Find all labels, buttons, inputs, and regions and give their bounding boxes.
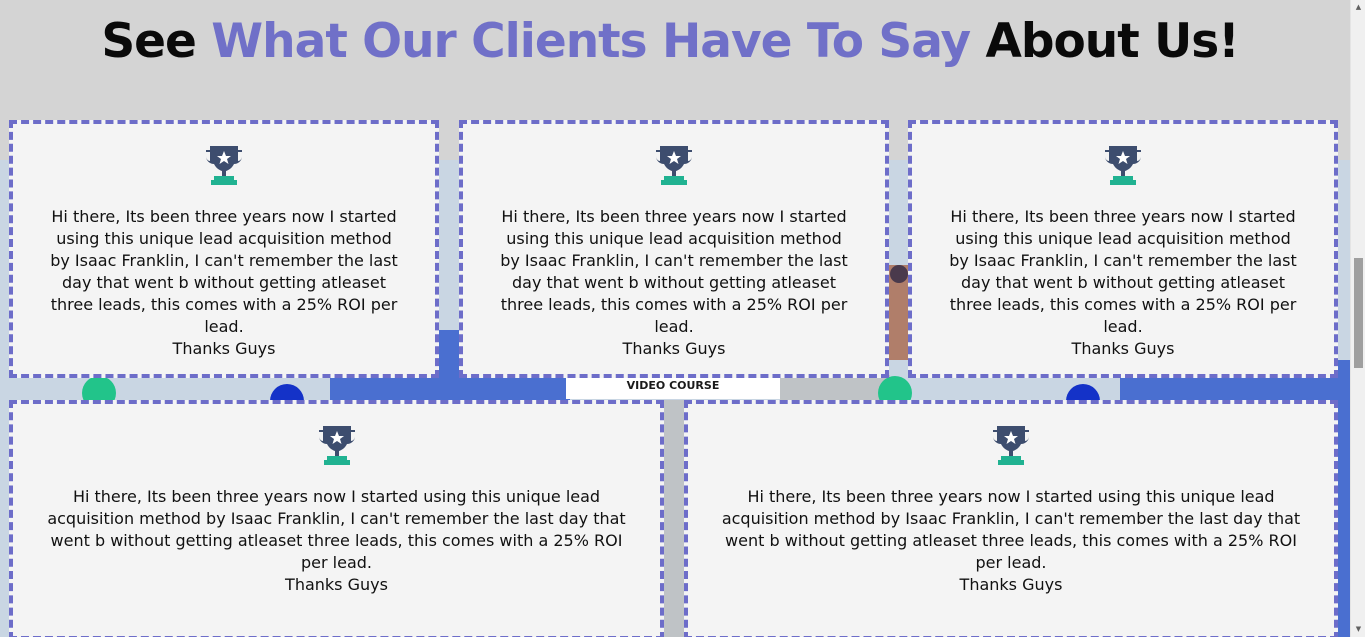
- quote-text: Hi there, Its been three years now I sta…: [47, 487, 626, 572]
- quote-text: Hi there, Its been three years now I sta…: [500, 207, 848, 336]
- heading-accent: What Our Clients Have To Say: [211, 14, 971, 69]
- testimonial-card: Hi there, Its been three years now I sta…: [684, 400, 1338, 637]
- video-course-label: VIDEO COURSE: [566, 377, 780, 399]
- section-heading: See What Our Clients Have To Say About U…: [0, 12, 1340, 72]
- trophy-icon: [318, 426, 355, 465]
- vertical-scrollbar[interactable]: ▲ ▼: [1350, 0, 1365, 637]
- quote-signoff: Thanks Guys: [172, 339, 276, 358]
- testimonial-card: Hi there, Its been three years now I sta…: [908, 120, 1338, 378]
- quote-signoff: Thanks Guys: [1071, 339, 1175, 358]
- testimonial-quote: Hi there, Its been three years now I sta…: [13, 206, 435, 360]
- scroll-down-arrow-icon[interactable]: ▼: [1351, 622, 1365, 637]
- trophy-icon: [206, 146, 242, 185]
- testimonial-quote: Hi there, Its been three years now I sta…: [463, 206, 885, 360]
- testimonial-card: Hi there, Its been three years now I sta…: [9, 400, 664, 637]
- testimonial-quote: Hi there, Its been three years now I sta…: [912, 206, 1334, 360]
- scroll-up-arrow-icon[interactable]: ▲: [1351, 0, 1365, 15]
- quote-text: Hi there, Its been three years now I sta…: [50, 207, 398, 336]
- quote-signoff: Thanks Guys: [285, 575, 388, 594]
- trophy-icon: [993, 426, 1029, 465]
- trophy-icon: [656, 146, 692, 185]
- heading-part-1: See: [101, 14, 212, 69]
- testimonial-card: Hi there, Its been three years now I sta…: [9, 120, 439, 378]
- testimonial-card: Hi there, Its been three years now I sta…: [459, 120, 889, 378]
- quote-signoff: Thanks Guys: [959, 575, 1063, 594]
- heading-part-2: About Us!: [970, 14, 1239, 69]
- quote-text: Hi there, Its been three years now I sta…: [949, 207, 1297, 336]
- testimonial-quote: Hi there, Its been three years now I sta…: [688, 486, 1334, 596]
- trophy-icon: [1105, 146, 1141, 185]
- scrollbar-thumb[interactable]: [1354, 258, 1363, 368]
- quote-text: Hi there, Its been three years now I sta…: [721, 487, 1301, 572]
- testimonial-quote: Hi there, Its been three years now I sta…: [13, 486, 660, 596]
- person-illustration: [888, 265, 910, 360]
- quote-signoff: Thanks Guys: [622, 339, 726, 358]
